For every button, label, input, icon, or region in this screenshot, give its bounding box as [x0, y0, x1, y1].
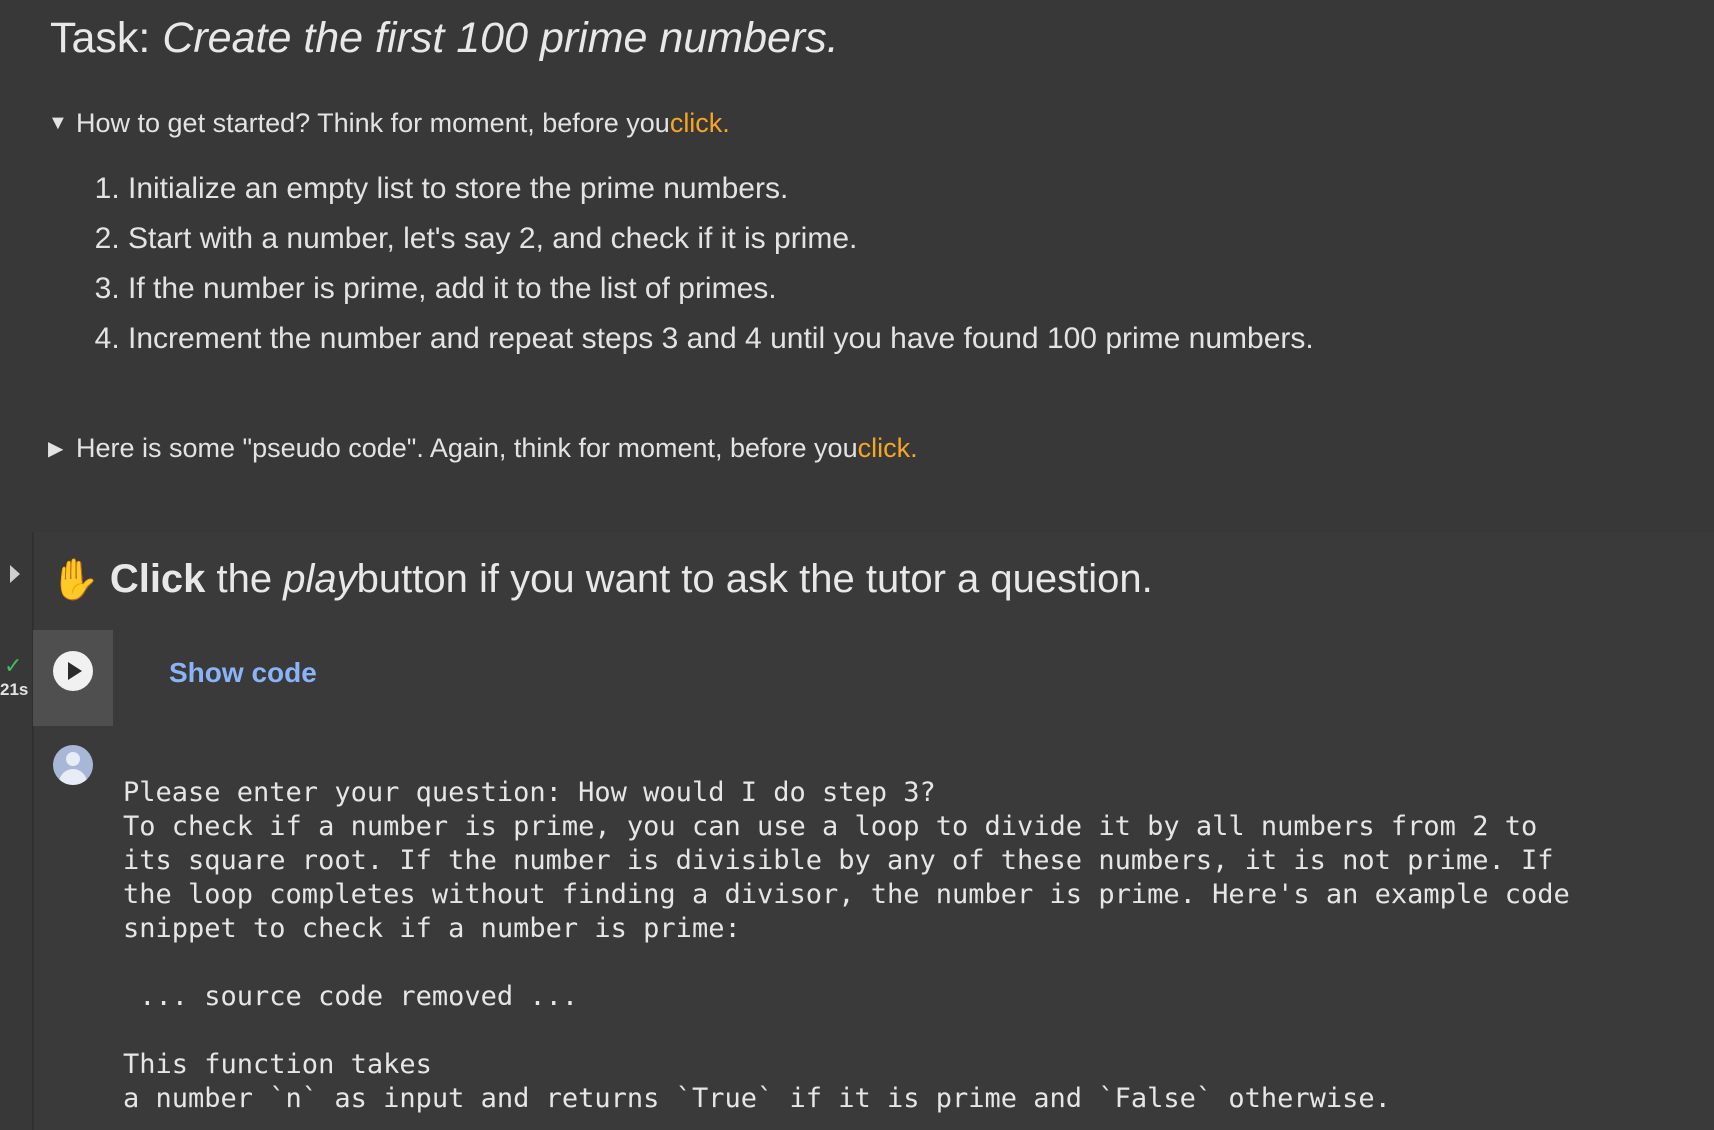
hint-1-summary[interactable]: ▼ How to get started? Think for moment, …	[48, 108, 730, 139]
task-title-text: Create the first 100 prime numbers.	[162, 14, 839, 62]
section-collapse-icon[interactable]	[10, 565, 20, 583]
step-item: Initialize an empty list to store the pr…	[128, 164, 1314, 214]
task-title: Task: Create the first 100 prime numbers…	[50, 14, 839, 63]
steps-list: Initialize an empty list to store the pr…	[80, 164, 1314, 364]
expanded-triangle-icon[interactable]: ▼	[48, 112, 76, 135]
execution-time: 21s	[0, 680, 29, 699]
raised-hand-icon: ✋	[50, 558, 100, 602]
hint-1-click-link[interactable]: click.	[670, 108, 730, 139]
cell-border	[32, 532, 34, 1130]
heading-bold: Click	[109, 557, 206, 601]
hint-2-click-link[interactable]: click.	[858, 433, 918, 464]
checkmark-icon: ✓	[4, 653, 23, 678]
cell-output: Please enter your question: How would I …	[123, 777, 1570, 1114]
notebook-page: Task: Create the first 100 prime numbers…	[0, 0, 1714, 1130]
step-item: Start with a number, let's say 2, and ch…	[128, 214, 1314, 264]
play-icon	[68, 662, 82, 680]
collapsed-triangle-icon[interactable]: ▶	[48, 436, 76, 461]
heading-end: button if you want to ask the tutor a qu…	[356, 557, 1153, 601]
heading-italic: play	[283, 557, 357, 601]
hint-2-summary[interactable]: ▶ Here is some "pseudo code". Again, thi…	[48, 433, 918, 464]
step-item: Increment the number and repeat steps 3 …	[128, 314, 1314, 364]
play-button[interactable]	[53, 651, 93, 691]
heading-mid: the	[205, 557, 284, 601]
task-prefix: Task:	[50, 14, 163, 62]
user-avatar-icon	[53, 745, 93, 785]
step-item: If the number is prime, add it to the li…	[128, 264, 1314, 314]
show-code-link[interactable]: Show code	[169, 657, 317, 689]
cell-heading: ✋ Click the play button if you want to a…	[50, 556, 1153, 603]
hint-1-summary-text: How to get started? Think for moment, be…	[76, 108, 670, 138]
hint-2-summary-text: Here is some "pseudo code". Again, think…	[76, 433, 858, 463]
